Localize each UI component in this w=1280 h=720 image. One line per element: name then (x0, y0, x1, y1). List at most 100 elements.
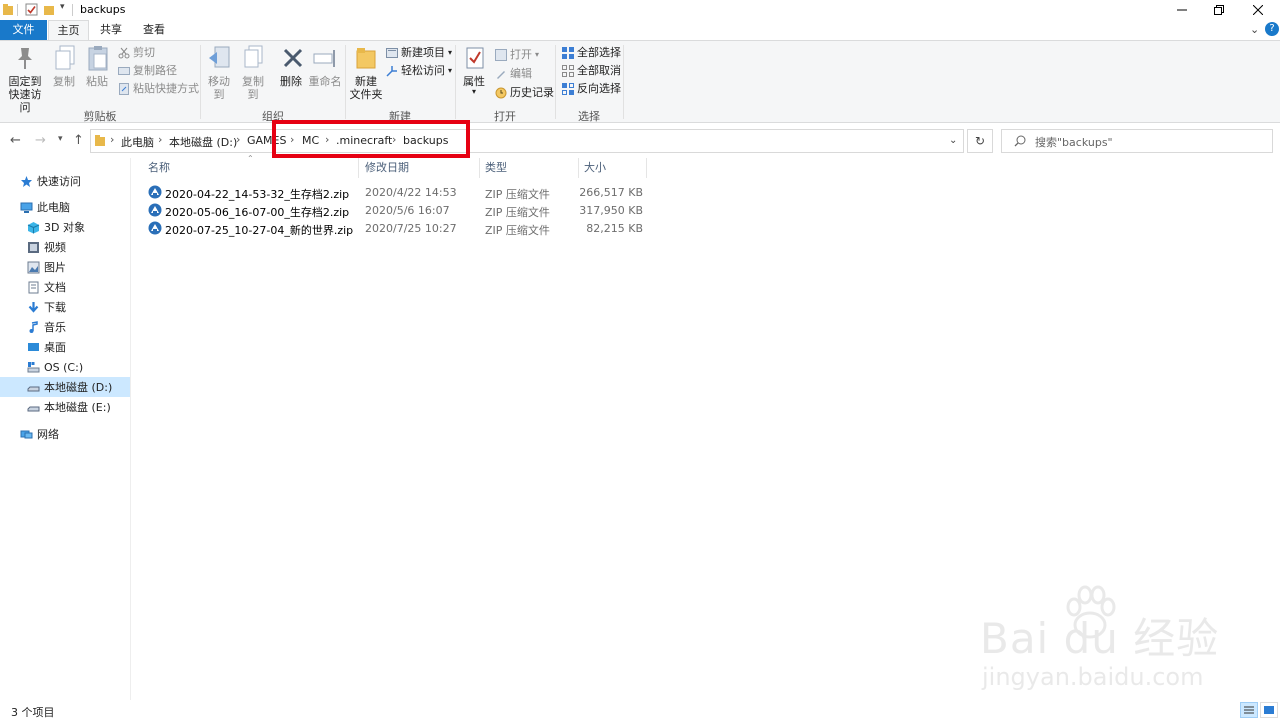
breadcrumb-chevron-icon[interactable]: › (158, 133, 162, 146)
refresh-button[interactable]: ↻ (967, 129, 993, 153)
move-to-label: 移动到 (208, 75, 230, 101)
back-arrow-icon[interactable]: ← (10, 133, 21, 148)
cut-button[interactable]: 剪切 (118, 44, 155, 61)
tab-view[interactable]: 查看 (134, 20, 174, 40)
recent-locations-icon[interactable]: ▾ (58, 134, 63, 144)
history-button[interactable]: 历史记录 (495, 84, 554, 101)
zip-file-icon (148, 185, 162, 199)
forward-arrow-icon[interactable]: → (35, 133, 46, 148)
history-label: 历史记录 (510, 86, 554, 99)
nav-item-downloads[interactable]: 下载 (0, 297, 130, 317)
file-row[interactable]: 2020-05-06_16-07-00_生存档2.zip 2020/5/6 16… (145, 202, 655, 220)
computer-icon (20, 201, 33, 214)
nav-item-this-pc[interactable]: 此电脑 (0, 197, 130, 217)
breadcrumb-drive-d[interactable]: 本地磁盘 (D:) (169, 134, 237, 150)
nav-item-quick-access[interactable]: 快速访问 (0, 171, 130, 191)
address-dropdown-icon[interactable]: ⌄ (949, 135, 957, 146)
close-button[interactable] (1240, 0, 1276, 20)
move-to-button[interactable]: 移动到 (203, 45, 235, 101)
watermark-url: jingyan.baidu.com (982, 663, 1204, 691)
nav-item-drive-d[interactable]: 本地磁盘 (D:) (0, 377, 130, 397)
tab-home[interactable]: 主页 (48, 20, 89, 41)
breadcrumb-this-pc[interactable]: 此电脑 (121, 134, 154, 150)
pin-quick-access-button[interactable]: 固定到 快速访问 (4, 45, 46, 114)
copy-to-button[interactable]: 复制到 (237, 45, 269, 101)
drive-icon (27, 381, 40, 394)
file-row[interactable]: 2020-04-22_14-53-32_生存档2.zip 2020/4/22 1… (145, 184, 655, 202)
nav-item-drive-c[interactable]: OS (C:) (0, 357, 130, 377)
paste-shortcut-label: 粘贴快捷方式 (133, 82, 199, 95)
properties-button[interactable]: 属性 ▾ (460, 45, 488, 96)
restore-button[interactable] (1201, 0, 1237, 20)
edit-button[interactable]: 编辑 (495, 65, 532, 82)
tab-share[interactable]: 共享 (91, 20, 131, 40)
nav-label: 桌面 (44, 341, 66, 354)
nav-item-drive-e[interactable]: 本地磁盘 (E:) (0, 397, 130, 417)
nav-item-network[interactable]: 网络 (0, 424, 130, 444)
details-view-button[interactable] (1240, 702, 1258, 718)
downloads-icon (27, 301, 40, 314)
column-header-type[interactable]: 类型 (480, 158, 579, 178)
new-folder-button[interactable]: 新建 文件夹 (349, 45, 383, 101)
status-bar: 3 个项目 (0, 700, 1280, 720)
open-label: 打开 (510, 48, 532, 61)
open-button[interactable]: 打开 ▾ (495, 46, 539, 63)
title-bar: ▾ backups (0, 0, 1280, 20)
collapse-ribbon-icon[interactable]: ⌄ (1250, 23, 1259, 36)
breadcrumb-chevron-icon[interactable]: › (236, 133, 240, 146)
address-bar[interactable]: › 此电脑 › 本地磁盘 (D:) › GAMES › MC › .minecr… (90, 129, 964, 153)
search-box[interactable]: 搜索"backups" (1001, 129, 1273, 153)
select-none-button[interactable]: 全部取消 (562, 62, 621, 79)
up-arrow-icon[interactable]: ↑ (73, 133, 84, 148)
column-header-name[interactable]: 名称 (143, 158, 359, 178)
file-size: 266,517 KB (579, 186, 643, 199)
easy-access-icon (386, 65, 398, 77)
new-folder-quick-icon[interactable] (44, 4, 54, 16)
videos-icon (27, 241, 40, 254)
new-item-button[interactable]: 新建项目 ▾ (386, 44, 452, 61)
column-header-date[interactable]: 修改日期 (360, 158, 480, 178)
help-icon[interactable]: ? (1265, 22, 1279, 36)
copy-path-button[interactable]: 复制路径 (118, 62, 177, 79)
rename-button[interactable]: 重命名 (308, 45, 342, 88)
zip-file-icon (148, 221, 162, 235)
breadcrumb-chevron-icon[interactable]: › (110, 133, 114, 146)
paste-button[interactable]: 粘贴 (83, 45, 111, 88)
copy-path-icon (118, 65, 130, 77)
properties-dropdown-icon: ▾ (471, 87, 476, 96)
file-date: 2020/7/25 10:27 (365, 222, 457, 235)
nav-item-pictures[interactable]: 图片 (0, 257, 130, 277)
select-all-button[interactable]: 全部选择 (562, 44, 621, 61)
nav-item-desktop[interactable]: 桌面 (0, 337, 130, 357)
group-label-select: 选择 (578, 110, 600, 123)
3d-objects-icon (27, 221, 40, 234)
invert-selection-button[interactable]: 反向选择 (562, 80, 621, 97)
open-dropdown-icon: ▾ (535, 50, 540, 59)
paste-shortcut-button[interactable]: 粘贴快捷方式 (118, 80, 199, 97)
customize-quick-access-icon[interactable]: ▾ (60, 2, 65, 12)
minimize-button[interactable] (1164, 0, 1200, 20)
pin-label-1: 固定到 (8, 75, 42, 88)
nav-item-music[interactable]: 音乐 (0, 317, 130, 337)
select-none-icon (562, 64, 574, 77)
search-icon (1014, 135, 1026, 147)
properties-icon (460, 45, 490, 71)
tab-file[interactable]: 文件 (0, 20, 47, 40)
nav-label: 此电脑 (37, 201, 70, 214)
file-row[interactable]: 2020-07-25_10-27-04_新的世界.zip 2020/7/25 1… (145, 220, 655, 238)
easy-access-button[interactable]: 轻松访问 ▾ (386, 62, 452, 79)
large-icons-view-button[interactable] (1260, 702, 1278, 718)
file-name: 2020-05-06_16-07-00_生存档2.zip (165, 206, 350, 219)
nav-item-documents[interactable]: 文档 (0, 277, 130, 297)
nav-item-videos[interactable]: 视频 (0, 237, 130, 257)
new-folder-icon (351, 45, 381, 71)
column-header-size[interactable]: 大小 (579, 158, 647, 178)
copy-button[interactable]: 复制 (50, 45, 78, 88)
history-icon (495, 87, 507, 99)
nav-label: 音乐 (44, 321, 66, 334)
properties-quick-icon[interactable] (25, 3, 38, 16)
new-item-icon (386, 47, 398, 59)
delete-button[interactable]: 删除 (278, 45, 304, 88)
nav-label: 网络 (37, 428, 59, 441)
nav-item-3d-objects[interactable]: 3D 对象 (0, 217, 130, 237)
